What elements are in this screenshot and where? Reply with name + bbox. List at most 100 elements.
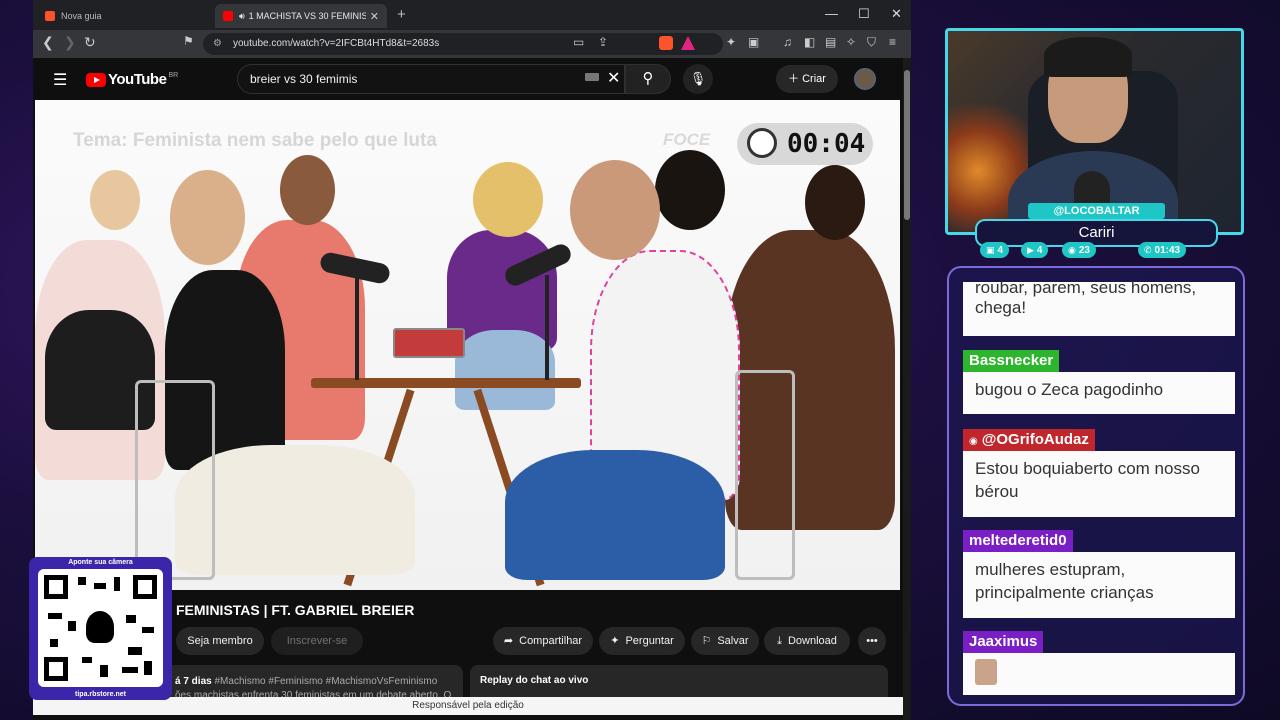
description-tags[interactable]: #Machismo #Feminismo #MachismoVsFeminism… xyxy=(214,676,437,687)
video-person-head xyxy=(655,150,725,230)
youtube-header: ☰ YouTube BR breier vs 30 femimis ✕ ⚲ 🎙︎… xyxy=(33,58,903,100)
save-button[interactable]: ⚐ Salvar xyxy=(691,627,759,655)
hamburger-menu-icon[interactable]: ☰ xyxy=(53,70,67,90)
screenshot-icon[interactable]: ▣ xyxy=(748,35,759,49)
tab-youtube[interactable]: 🔊︎ 1 MACHISTA VS 30 FEMINISTAS | FT ✕ xyxy=(215,4,387,28)
close-window-icon[interactable]: ✕ xyxy=(891,6,902,22)
share-icon[interactable]: ⇪ xyxy=(598,35,608,49)
ask-label: Perguntar xyxy=(625,635,674,647)
chat-replay-label: Replay do chat ao vivo xyxy=(480,675,589,686)
menu-icon[interactable]: ≡ xyxy=(889,35,896,49)
youtube-icon: ▶ xyxy=(1027,245,1034,255)
forward-icon[interactable]: ❯ xyxy=(64,34,76,51)
qr-cell xyxy=(122,667,138,673)
bookmark-icon[interactable]: ⚑ xyxy=(183,34,194,48)
chat-message-text: Estou boquiaberto com nosso bérou xyxy=(975,459,1200,501)
page-scrollbar[interactable] xyxy=(903,58,911,720)
tab-bar: Nova guia 🔊︎ 1 MACHISTA VS 30 FEMINISTAS… xyxy=(33,0,911,30)
avatar[interactable] xyxy=(854,68,876,90)
scrollbar-thumb[interactable] xyxy=(904,70,910,220)
timer-value: 00:04 xyxy=(787,129,866,159)
chat-author-name: @OGrifoAudaz xyxy=(981,431,1089,448)
microphone-icon: 🎙︎ xyxy=(689,71,707,86)
qr-finder xyxy=(133,575,157,599)
minimize-icon[interactable]: — xyxy=(825,6,838,21)
search-icon: ⚲ xyxy=(642,70,654,87)
download-label: Download xyxy=(787,635,837,647)
video-table xyxy=(311,378,581,388)
stat-value: 01:43 xyxy=(1154,245,1181,256)
video-person xyxy=(505,450,725,580)
navigation-bar: ❮ ❯ ↻ ⚑ ⚙ youtube.com/watch?v=2IFCBt4HTd… xyxy=(33,30,911,58)
video-player[interactable]: Tema: Feminista nem sabe pelo que luta F… xyxy=(35,100,900,590)
close-tab-icon[interactable]: ✕ xyxy=(370,10,379,23)
voice-search-button[interactable]: 🎙︎ xyxy=(683,64,713,94)
ask-button[interactable]: ✦ Perguntar xyxy=(599,627,685,655)
qr-cell xyxy=(142,627,154,633)
chat-replay-panel[interactable]: Replay do chat ao vivo xyxy=(470,665,888,700)
qr-cell xyxy=(94,583,106,589)
stat-value: 4 xyxy=(1036,245,1043,256)
qr-cell xyxy=(100,665,108,677)
reload-icon[interactable]: ↻ xyxy=(84,34,96,51)
chat-message xyxy=(963,653,1235,695)
stat-viewers: ◉ 23 xyxy=(1062,242,1096,258)
qr-cell xyxy=(68,621,76,631)
subscribe-button[interactable]: Inscrever-se xyxy=(271,627,363,655)
debate-timer: 00:04 xyxy=(737,123,873,165)
tab-label: Nova guia xyxy=(61,11,102,21)
qr-finder xyxy=(44,657,68,681)
extensions-icon[interactable]: ✦ xyxy=(726,35,736,49)
sidebar-icon[interactable]: ◧ xyxy=(804,35,815,49)
qr-cell xyxy=(78,577,86,585)
brave-shields-icon[interactable] xyxy=(659,36,673,50)
qr-cell xyxy=(114,577,120,591)
music-icon[interactable]: ♫ xyxy=(783,35,792,49)
chat-message: Estou boquiaberto com nosso bérou xyxy=(963,451,1235,517)
webcam-hair xyxy=(1044,37,1132,77)
qr-cell xyxy=(144,661,152,675)
brave-icon xyxy=(45,11,55,21)
speaker-icon[interactable]: 🔊︎ xyxy=(239,11,245,22)
viewer-icon: ◉ xyxy=(1068,245,1076,255)
share-button[interactable]: ➦ Compartilhar xyxy=(493,627,593,655)
share-arrow-icon: ➦ xyxy=(503,635,514,647)
keyboard-icon[interactable] xyxy=(585,73,599,81)
video-counter xyxy=(393,328,465,358)
search-button[interactable]: ⚲ xyxy=(625,64,671,94)
leo-ai-icon[interactable]: ✧ xyxy=(846,35,856,49)
download-icon: ⤓ xyxy=(777,635,782,647)
qr-code-overlay: Aponte sua câmera tipa.rbstore.net xyxy=(29,557,172,700)
search-input[interactable]: breier vs 30 femimis xyxy=(237,64,625,94)
create-button[interactable]: ＋ Criar xyxy=(776,65,838,93)
video-microphone-stand xyxy=(545,275,549,380)
qr-top-text: Aponte sua câmera xyxy=(68,559,133,566)
tab-new[interactable]: Nova guia xyxy=(37,4,213,28)
wallet-icon[interactable]: ▤ xyxy=(825,35,836,49)
youtube-logo[interactable]: YouTube BR xyxy=(86,71,178,88)
qr-cell xyxy=(126,615,136,623)
download-button[interactable]: ⤓ Download xyxy=(764,627,850,655)
new-tab-icon[interactable]: + xyxy=(397,6,406,23)
plus-icon: ＋ xyxy=(788,73,803,85)
back-icon[interactable]: ❮ xyxy=(42,34,54,51)
chat-message-text: mulheres estupram, principalmente crianç… xyxy=(975,560,1154,602)
join-button[interactable]: Seja membro xyxy=(176,627,264,655)
chat-author: ◉ @OGrifoAudaz xyxy=(963,429,1095,451)
site-info-icon[interactable]: ⚙ xyxy=(213,33,222,55)
cast-icon[interactable]: ▭ xyxy=(573,35,584,49)
video-person-head xyxy=(473,162,543,237)
video-person-head xyxy=(805,165,865,240)
video-person-head xyxy=(570,160,660,260)
qr-code xyxy=(38,569,163,687)
video-person-head xyxy=(90,170,140,230)
footer-text: Responsável pela edição xyxy=(412,700,524,711)
clear-search-icon[interactable]: ✕ xyxy=(607,68,620,88)
address-bar[interactable]: ⚙ youtube.com/watch?v=2IFCBt4HTd8&t=2683… xyxy=(203,33,723,55)
stat-whatsapp: ✆ 01:43 xyxy=(1138,242,1187,258)
vpn-icon[interactable]: ⛉ xyxy=(867,35,876,50)
maximize-icon[interactable]: ☐ xyxy=(858,6,870,22)
create-label: Criar xyxy=(802,73,826,85)
more-actions-button[interactable]: ••• xyxy=(858,627,886,655)
video-chair xyxy=(135,380,215,580)
